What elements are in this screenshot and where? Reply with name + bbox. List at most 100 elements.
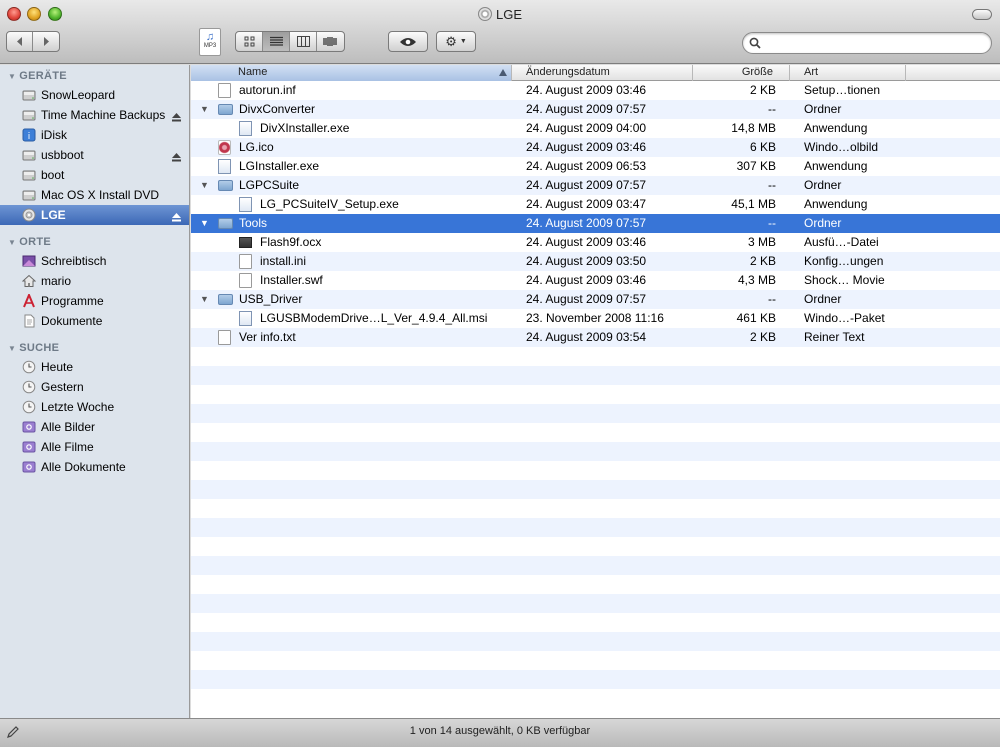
sidebar-item-label: mario	[41, 274, 72, 288]
sidebar-item-label: Alle Filme	[41, 440, 94, 454]
file-date: 24. August 2009 06:53	[526, 159, 647, 173]
search-input[interactable]	[765, 35, 985, 51]
back-button[interactable]	[7, 32, 33, 51]
sidebar-item[interactable]: LGE	[0, 205, 189, 225]
chevron-left-icon	[16, 37, 22, 46]
file-list: Name Änderungsdatum Größe Art autorun.in…	[191, 65, 1000, 718]
coverflow-view-button[interactable]	[317, 32, 344, 51]
eject-icon[interactable]	[171, 209, 182, 222]
search-icon	[749, 37, 761, 49]
empty-row	[191, 499, 1000, 518]
file-kind: Anwendung	[804, 159, 868, 173]
sidebar-item-label: Gestern	[41, 380, 84, 394]
file-kind: Anwendung	[804, 121, 868, 135]
column-size-label: Größe	[741, 66, 773, 78]
eject-icon[interactable]	[171, 149, 182, 162]
file-name: LGUSBModemDrive…L_Ver_4.9.4_All.msi	[260, 311, 488, 325]
file-row[interactable]: LGInstaller.exe 24. August 2009 06:53 307 …	[191, 157, 1000, 176]
sort-ascending-icon	[499, 69, 507, 76]
sidebar-item[interactable]: Letzte Woche	[0, 397, 189, 417]
sidebar-item[interactable]: Programme	[0, 291, 189, 311]
search-field[interactable]	[742, 32, 992, 54]
file-date: 24. August 2009 03:50	[526, 254, 647, 268]
sidebar-item-label: Time Machine Backups	[41, 108, 166, 122]
file-row[interactable]: ▼ USB_Driver 24. August 2009 07:57 -- Ordner	[191, 290, 1000, 309]
toolbar-toggle-button[interactable]	[972, 9, 992, 20]
sidebar-item-label: Alle Dokumente	[41, 460, 126, 474]
column-header-date[interactable]: Änderungsdatum	[512, 65, 693, 81]
clock-icon	[22, 360, 36, 374]
sidebar-item[interactable]: Mac OS X Install DVD	[0, 185, 189, 205]
file-name: LGPCSuite	[239, 178, 300, 192]
empty-row	[191, 537, 1000, 556]
file-row[interactable]: ▼ LGPCSuite 24. August 2009 07:57 -- Ordner	[191, 176, 1000, 195]
sidebar-item[interactable]: Gestern	[0, 377, 189, 397]
list-view-button[interactable]	[263, 32, 290, 51]
file-row[interactable]: Flash9f.ocx 24. August 2009 03:46 3 MB Ausf…	[191, 233, 1000, 252]
sidebar-item-label: Mac OS X Install DVD	[41, 188, 160, 202]
file-row[interactable]: ▼ Tools 24. August 2009 07:57 -- Ordner	[191, 214, 1000, 233]
sidebar-item-label: iDisk	[41, 128, 67, 142]
sidebar-item[interactable]: usbboot	[0, 145, 189, 165]
file-date: 24. August 2009 03:54	[526, 330, 647, 344]
sidebar-section-header[interactable]: ▼ GERÄTE	[0, 65, 189, 85]
sidebar-item[interactable]: mario	[0, 271, 189, 291]
sidebar-item[interactable]: boot	[0, 165, 189, 185]
action-menu-button[interactable]: ⚙ ▼	[436, 31, 476, 52]
mp3-badge: MP3	[203, 43, 217, 49]
sidebar-item[interactable]: Schreibtisch	[0, 251, 189, 271]
sidebar-item[interactable]: Time Machine Backups	[0, 105, 189, 125]
column-header-kind[interactable]: Art	[790, 65, 906, 81]
navigation-buttons	[6, 31, 60, 52]
cd-icon	[477, 7, 492, 21]
sidebar-item[interactable]: Dokumente	[0, 311, 189, 331]
forward-button[interactable]	[33, 32, 59, 51]
mp3-file-icon[interactable]: ♫ MP3	[199, 28, 221, 56]
file-name: LG.ico	[239, 140, 274, 154]
eye-icon	[400, 37, 416, 46]
folder-icon	[218, 180, 233, 191]
empty-row	[191, 651, 1000, 670]
status-bar: 1 von 14 ausgewählt, 0 KB verfügbar	[0, 718, 1000, 747]
file-row[interactable]: LGUSBModemDrive…L_Ver_4.9.4_All.msi 23. N…	[191, 309, 1000, 328]
sidebar-item[interactable]: Heute	[0, 357, 189, 377]
disclosure-triangle-icon[interactable]: ▼	[200, 214, 209, 233]
file-name: Ver info.txt	[239, 330, 296, 344]
disclosure-triangle-icon[interactable]: ▼	[200, 290, 209, 309]
file-kind: Ordner	[804, 292, 842, 306]
column-header-size[interactable]: Größe	[693, 65, 790, 81]
file-size: 2 KB	[749, 83, 776, 97]
column-view-button[interactable]	[290, 32, 317, 51]
file-row[interactable]: LG_PCSuiteIV_Setup.exe 24. August 2009 03…	[191, 195, 1000, 214]
sidebar-item[interactable]: SnowLeopard	[0, 85, 189, 105]
sidebar-item-label: Alle Bilder	[41, 420, 96, 434]
application-icon	[218, 159, 231, 174]
file-size: 2 KB	[749, 330, 776, 344]
sidebar-item[interactable]: Alle Dokumente	[0, 457, 189, 477]
empty-row	[191, 423, 1000, 442]
file-row[interactable]: install.ini 24. August 2009 03:50 2 KB Konf…	[191, 252, 1000, 271]
sidebar-item[interactable]: i iDisk	[0, 125, 189, 145]
file-row[interactable]: ▼ DivxConverter 24. August 2009 07:57 -- Ord…	[191, 100, 1000, 119]
column-header-name[interactable]: Name	[191, 65, 512, 81]
smart-folder-icon	[22, 460, 36, 474]
file-row[interactable]: LG.ico 24. August 2009 03:46 6 KB Windo…olb…	[191, 138, 1000, 157]
icon-view-button[interactable]	[236, 32, 263, 51]
file-size: --	[768, 292, 776, 306]
icon-view-icon	[244, 36, 254, 47]
file-size: 461 KB	[736, 311, 776, 325]
sidebar-item[interactable]: Alle Bilder	[0, 417, 189, 437]
file-row[interactable]: autorun.inf 24. August 2009 03:46 2 KB Setu…	[191, 81, 1000, 100]
file-row[interactable]: Installer.swf 24. August 2009 03:46 4,3 MB…	[191, 271, 1000, 290]
file-size: 307 KB	[736, 159, 776, 173]
sidebar-item[interactable]: Alle Filme	[0, 437, 189, 457]
file-row[interactable]: DivXInstaller.exe 24. August 2009 04:00 14…	[191, 119, 1000, 138]
quicklook-button[interactable]	[388, 31, 428, 52]
disclosure-triangle-icon[interactable]: ▼	[200, 176, 209, 195]
sidebar: ▼ GERÄTE SnowLeopard Time Machine Backups i i…	[0, 65, 190, 718]
sidebar-section-header[interactable]: ▼ ORTE	[0, 231, 189, 251]
sidebar-section-header[interactable]: ▼ SUCHE	[0, 337, 189, 357]
disclosure-triangle-icon[interactable]: ▼	[200, 100, 209, 119]
eject-icon[interactable]	[171, 109, 182, 122]
file-row[interactable]: Ver info.txt 24. August 2009 03:54 2 KB Rei…	[191, 328, 1000, 347]
